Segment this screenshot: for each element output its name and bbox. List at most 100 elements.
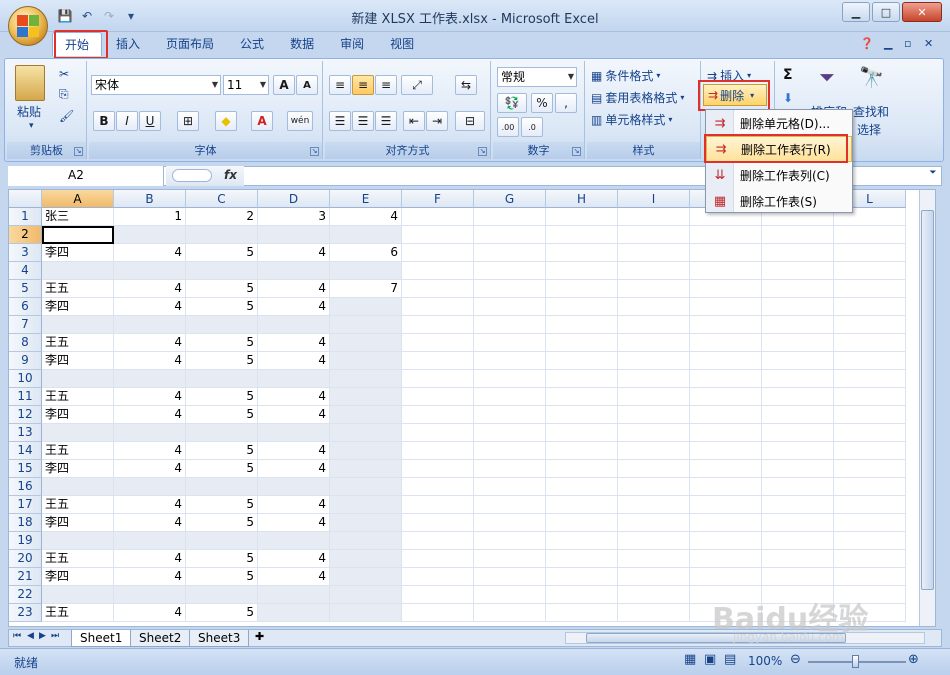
empty-cell[interactable] [474, 550, 546, 568]
empty-cell[interactable] [474, 352, 546, 370]
row-header[interactable]: 7 [9, 316, 42, 334]
empty-cell[interactable] [762, 280, 834, 298]
column-header[interactable]: F [402, 190, 474, 208]
empty-cell[interactable] [474, 532, 546, 550]
table-cell[interactable] [258, 586, 330, 604]
empty-cell[interactable] [402, 568, 474, 586]
table-cell[interactable] [330, 568, 402, 586]
empty-cell[interactable] [546, 424, 618, 442]
table-cell[interactable] [186, 586, 258, 604]
empty-cell[interactable] [402, 334, 474, 352]
table-cell[interactable] [42, 478, 114, 496]
empty-cell[interactable] [546, 478, 618, 496]
column-header[interactable]: G [474, 190, 546, 208]
table-cell[interactable] [330, 370, 402, 388]
align-right-icon[interactable]: ☰ [375, 111, 397, 131]
empty-cell[interactable] [618, 334, 690, 352]
empty-cell[interactable] [474, 244, 546, 262]
table-cell[interactable] [114, 226, 186, 244]
empty-cell[interactable] [402, 370, 474, 388]
empty-cell[interactable] [474, 424, 546, 442]
table-cell[interactable]: 5 [186, 568, 258, 586]
empty-cell[interactable] [546, 604, 618, 622]
table-cell[interactable]: 李四 [42, 244, 114, 262]
table-cell[interactable]: 王五 [42, 334, 114, 352]
empty-cell[interactable] [834, 568, 906, 586]
empty-cell[interactable] [474, 370, 546, 388]
table-cell[interactable]: 4 [114, 334, 186, 352]
empty-cell[interactable] [474, 442, 546, 460]
font-launcher-icon[interactable]: ↘ [310, 147, 319, 156]
empty-cell[interactable] [474, 334, 546, 352]
empty-cell[interactable] [474, 208, 546, 226]
empty-cell[interactable] [546, 496, 618, 514]
fill-color-icon[interactable]: ◆ [215, 111, 237, 131]
table-cell[interactable]: 5 [186, 280, 258, 298]
empty-cell[interactable] [762, 352, 834, 370]
table-cell[interactable]: 4 [114, 514, 186, 532]
align-bottom-icon[interactable]: ≡ [375, 75, 397, 95]
empty-cell[interactable] [618, 370, 690, 388]
table-cell[interactable]: 4 [330, 208, 402, 226]
table-cell[interactable] [186, 262, 258, 280]
empty-cell[interactable] [690, 244, 762, 262]
empty-cell[interactable] [402, 496, 474, 514]
number-launcher-icon[interactable]: ↘ [572, 147, 581, 156]
empty-cell[interactable] [546, 514, 618, 532]
empty-cell[interactable] [474, 280, 546, 298]
empty-cell[interactable] [690, 532, 762, 550]
empty-cell[interactable] [546, 370, 618, 388]
empty-cell[interactable] [402, 280, 474, 298]
phonetic-icon[interactable]: wén [287, 111, 313, 131]
table-cell[interactable]: 李四 [42, 298, 114, 316]
empty-cell[interactable] [546, 586, 618, 604]
column-header[interactable]: E [330, 190, 402, 208]
increase-indent-icon[interactable]: ⇥ [426, 111, 448, 131]
table-cell[interactable]: 7 [330, 280, 402, 298]
empty-cell[interactable] [402, 298, 474, 316]
table-cell[interactable]: 4 [258, 406, 330, 424]
empty-cell[interactable] [618, 442, 690, 460]
empty-cell[interactable] [690, 478, 762, 496]
empty-cell[interactable] [474, 604, 546, 622]
table-cell[interactable] [330, 388, 402, 406]
empty-cell[interactable] [474, 514, 546, 532]
empty-cell[interactable] [834, 388, 906, 406]
orientation-icon[interactable]: ⤢ [401, 75, 433, 95]
select-all-corner[interactable] [9, 190, 42, 208]
empty-cell[interactable] [690, 442, 762, 460]
empty-cell[interactable] [618, 568, 690, 586]
empty-cell[interactable] [618, 298, 690, 316]
table-cell[interactable] [330, 604, 402, 622]
empty-cell[interactable] [690, 316, 762, 334]
empty-cell[interactable] [762, 514, 834, 532]
row-header[interactable]: 10 [9, 370, 42, 388]
empty-cell[interactable] [546, 442, 618, 460]
empty-cell[interactable] [546, 334, 618, 352]
font-name-select[interactable]: 宋体 ▼ [91, 75, 221, 95]
empty-cell[interactable] [618, 586, 690, 604]
tab-insert[interactable]: 插入 [104, 32, 152, 56]
empty-cell[interactable] [834, 298, 906, 316]
table-cell[interactable]: 4 [114, 604, 186, 622]
empty-cell[interactable] [546, 532, 618, 550]
empty-cell[interactable] [546, 262, 618, 280]
table-cell[interactable]: 李四 [42, 514, 114, 532]
table-cell[interactable]: 4 [114, 568, 186, 586]
empty-cell[interactable] [402, 532, 474, 550]
empty-cell[interactable] [690, 550, 762, 568]
row-header[interactable]: 22 [9, 586, 42, 604]
help-icon[interactable]: ❓ [860, 37, 874, 50]
row-header[interactable]: 11 [9, 388, 42, 406]
table-cell[interactable] [258, 532, 330, 550]
table-cell[interactable] [114, 586, 186, 604]
close-button[interactable]: ✕ [902, 2, 942, 22]
expand-formula-icon[interactable]: ⏷ [926, 168, 940, 184]
table-cell[interactable]: 4 [258, 514, 330, 532]
table-cell[interactable]: 王五 [42, 496, 114, 514]
clipboard-launcher-icon[interactable]: ↘ [74, 147, 83, 156]
menu-delete-cells[interactable]: ⇉ 删除单元格(D)... [706, 110, 852, 136]
table-cell[interactable] [330, 298, 402, 316]
table-cell[interactable]: 李四 [42, 352, 114, 370]
empty-cell[interactable] [690, 460, 762, 478]
